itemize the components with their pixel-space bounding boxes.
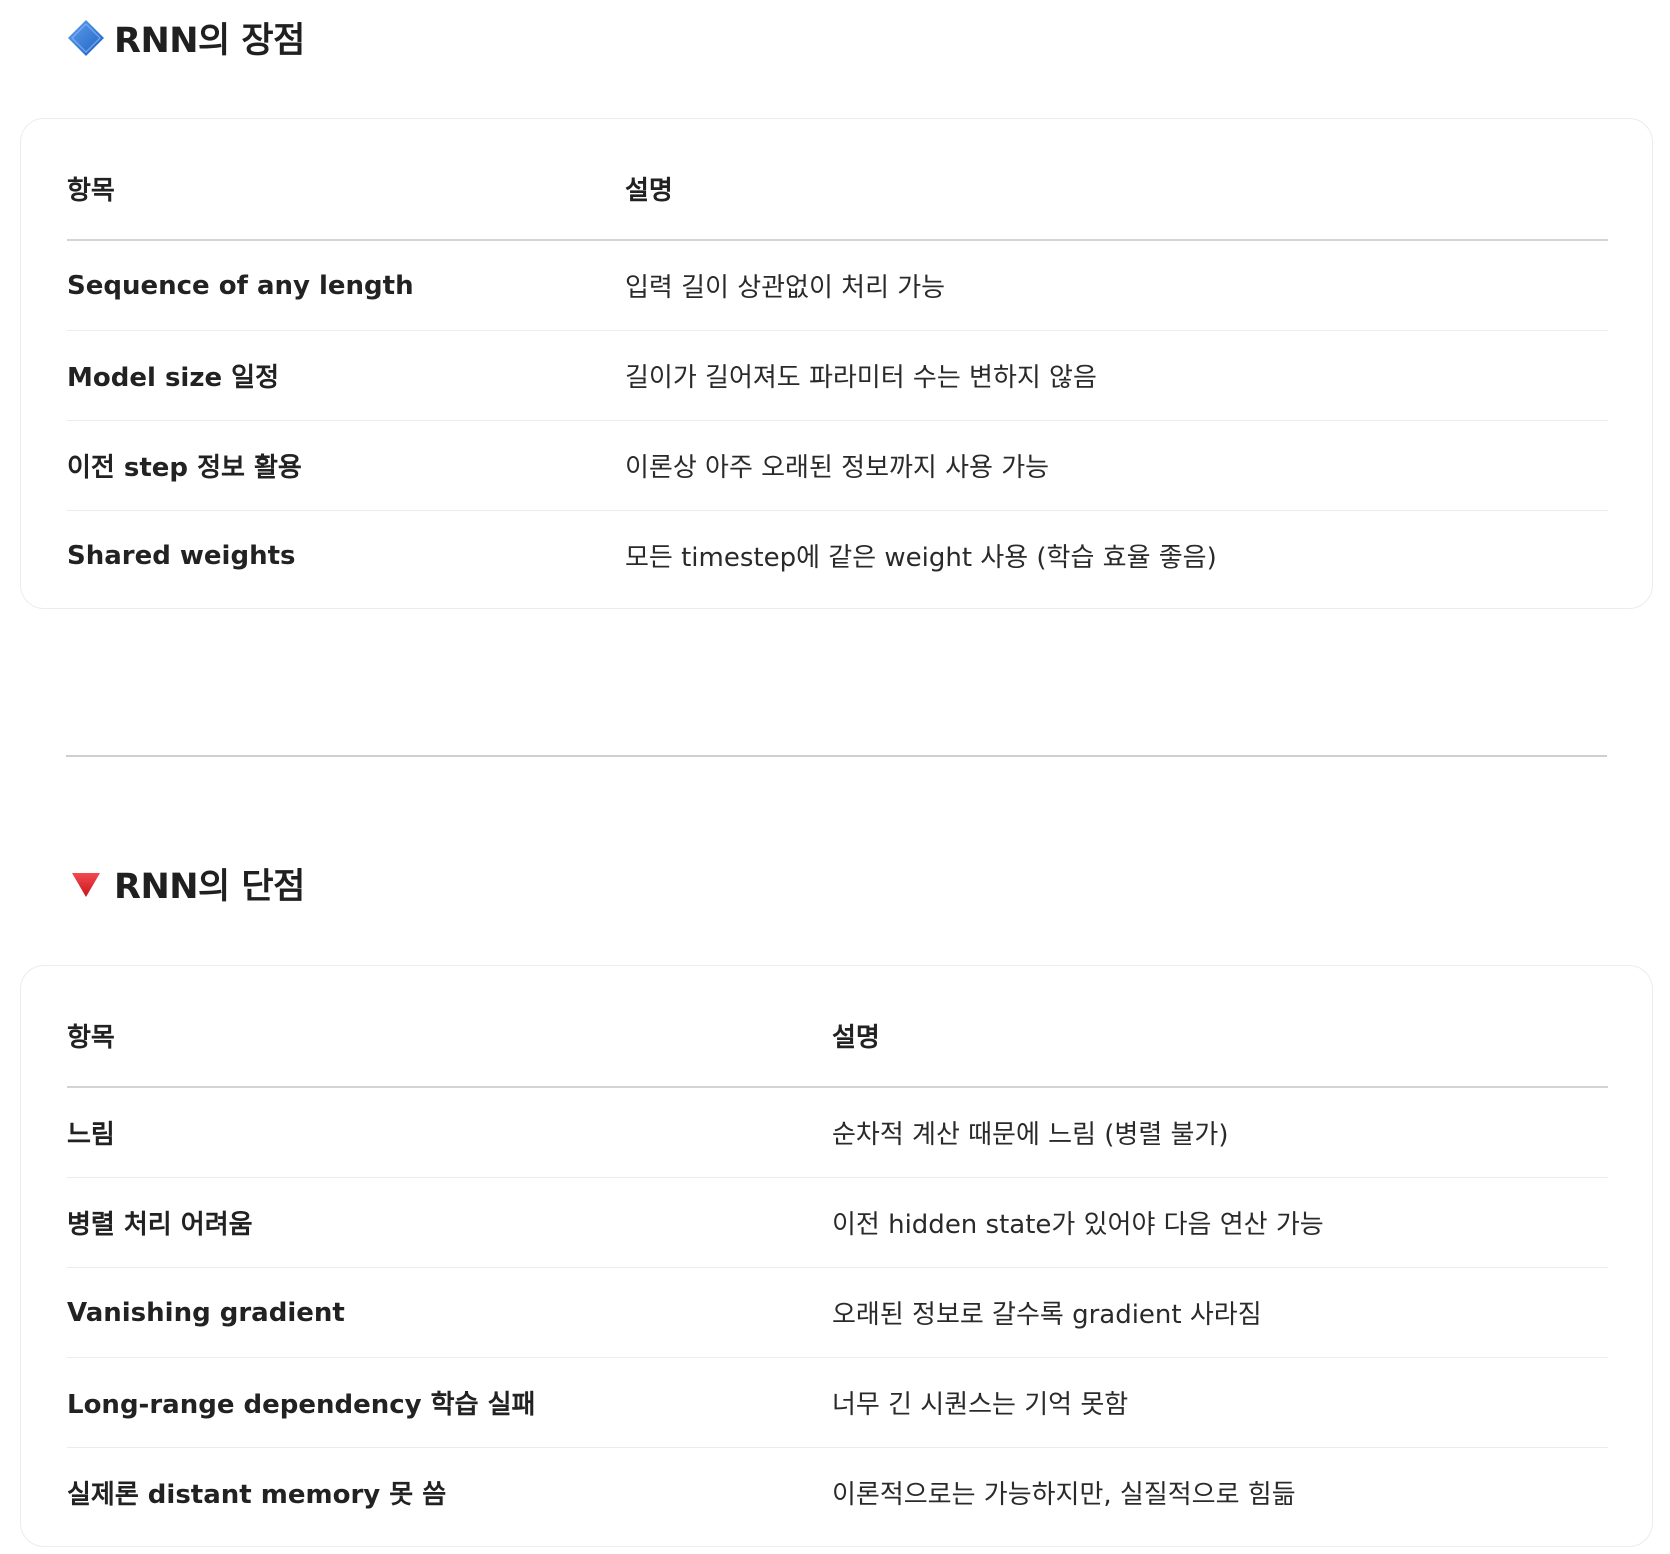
row-item: Shared weights <box>67 540 296 571</box>
cons-table-card: 항목 설명 느림 순차적 계산 때문에 느림 (병렬 불가) 병렬 처리 어려움… <box>20 965 1653 1547</box>
row-desc: 이론상 아주 오래된 정보까지 사용 가능 <box>625 420 1608 511</box>
pros-table: 항목 설명 Sequence of any length 입력 길이 상관없이 … <box>67 119 1608 600</box>
row-item: 병렬 처리 어려움 <box>67 1177 832 1268</box>
column-header-item: 항목 <box>67 119 625 241</box>
row-desc: 입력 길이 상관없이 처리 가능 <box>625 240 1608 331</box>
column-header-item: 항목 <box>67 966 832 1088</box>
red-triangle-down-icon <box>66 864 106 904</box>
row-item: Vanishing gradient <box>67 1267 832 1358</box>
row-item: 이전 step 정보 활용 <box>67 420 625 511</box>
section-divider <box>66 755 1607 757</box>
table-row: Model size 일정 길이가 길어져도 파라미터 수는 변하지 않음 <box>67 330 1608 421</box>
row-desc: 너무 긴 시퀀스는 기억 못함 <box>832 1357 1608 1448</box>
blue-diamond-icon <box>66 18 106 58</box>
cons-title: RNN의 단점 <box>114 867 305 907</box>
table-row: 병렬 처리 어려움 이전 hidden state가 있어야 다음 연산 가능 <box>67 1177 1608 1268</box>
pros-heading: RNN의 장점 <box>66 12 305 63</box>
row-desc: 오래된 정보로 갈수록 gradient 사라짐 <box>832 1267 1608 1358</box>
pros-table-card: 항목 설명 Sequence of any length 입력 길이 상관없이 … <box>20 118 1653 609</box>
row-desc: 모든 timestep에 같은 weight 사용 (학습 효율 좋음) <box>625 543 1217 573</box>
row-item: Model size 일정 <box>67 330 625 421</box>
table-row: Long-range dependency 학습 실패 너무 긴 시퀀스는 기억… <box>67 1357 1608 1448</box>
table-row: Shared weights 모든 timestep에 같은 weight 사용… <box>67 511 1608 601</box>
table-row: Vanishing gradient 오래된 정보로 갈수록 gradient … <box>67 1267 1608 1358</box>
table-row: 느림 순차적 계산 때문에 느림 (병렬 불가) <box>67 1087 1608 1178</box>
table-row: 이전 step 정보 활용 이론상 아주 오래된 정보까지 사용 가능 <box>67 420 1608 511</box>
cons-table: 항목 설명 느림 순차적 계산 때문에 느림 (병렬 불가) 병렬 처리 어려움… <box>67 966 1608 1537</box>
table-header-row: 항목 설명 <box>67 119 1608 241</box>
pros-title: RNN의 장점 <box>114 21 305 61</box>
table-row: 실제론 distant memory 못 씀 이론적으로는 가능하지만, 실질적… <box>67 1448 1608 1538</box>
row-desc: 길이가 길어져도 파라미터 수는 변하지 않음 <box>625 330 1608 421</box>
row-item: Long-range dependency 학습 실패 <box>67 1357 832 1448</box>
row-item: 느림 <box>67 1087 832 1178</box>
row-item: Sequence of any length <box>67 240 625 331</box>
row-desc: 이전 hidden state가 있어야 다음 연산 가능 <box>832 1177 1608 1268</box>
row-item: 실제론 distant memory 못 씀 <box>67 1480 447 1510</box>
cons-heading: RNN의 단점 <box>66 858 305 909</box>
column-header-desc: 설명 <box>625 119 1608 241</box>
row-desc: 순차적 계산 때문에 느림 (병렬 불가) <box>832 1087 1608 1178</box>
row-desc: 이론적으로는 가능하지만, 실질적으로 힘듦 <box>832 1480 1296 1510</box>
column-header-desc: 설명 <box>832 966 1608 1088</box>
table-header-row: 항목 설명 <box>67 966 1608 1088</box>
table-row: Sequence of any length 입력 길이 상관없이 처리 가능 <box>67 240 1608 331</box>
